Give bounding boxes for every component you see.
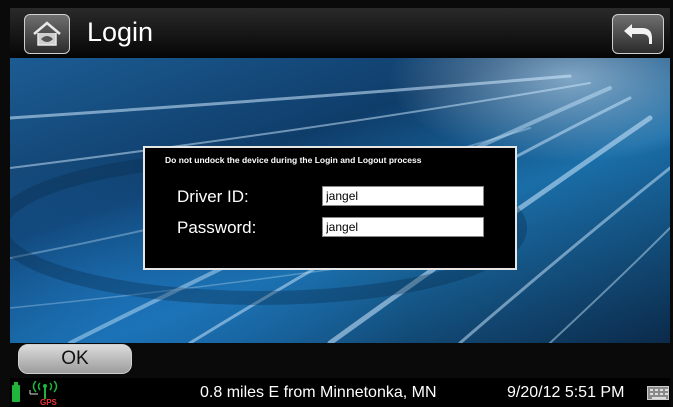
driver-id-input[interactable] [322, 186, 484, 206]
keyboard-icon[interactable] [647, 386, 669, 400]
location-text: 0.8 miles E from Minnetonka, MN [200, 384, 437, 401]
login-dialog: Do not undock the device during the Logi… [143, 146, 517, 270]
home-icon [33, 21, 61, 46]
app-frame: Login Do not undock the device during th… [0, 0, 673, 407]
datetime-text: 9/20/12 5:51 PM [507, 384, 625, 401]
header-bar: Login [10, 8, 670, 58]
password-label: Password: [177, 218, 257, 237]
back-arrow-icon [624, 24, 652, 44]
page-title: Login [87, 17, 154, 47]
ok-button[interactable]: OK [18, 344, 132, 374]
home-button[interactable] [24, 14, 70, 54]
gps-label: GPS [40, 398, 57, 407]
status-bar: GPS 0.8 miles E from Minnetonka, MN 9/20… [10, 378, 670, 407]
undock-warning: Do not undock the device during the Logi… [165, 155, 422, 165]
password-input[interactable] [322, 217, 484, 237]
battery-icon [12, 382, 20, 402]
driver-id-label: Driver ID: [177, 187, 249, 206]
back-button[interactable] [612, 14, 664, 54]
